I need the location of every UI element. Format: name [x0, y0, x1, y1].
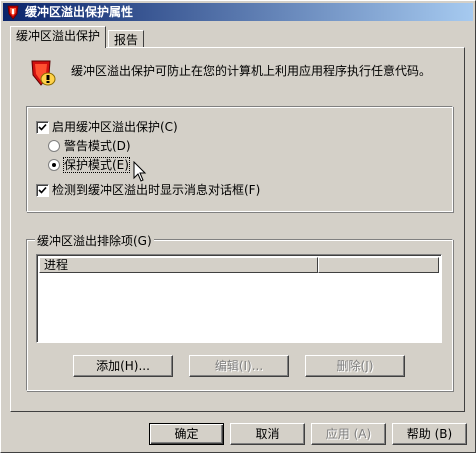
column-header-filler[interactable]: [318, 257, 439, 273]
protect-mode-label: 保护模式(E): [63, 157, 130, 173]
add-button[interactable]: 添加(H)...: [73, 355, 173, 377]
tab-label: 缓冲区溢出保护: [16, 29, 101, 43]
process-list[interactable]: 进程: [36, 254, 442, 343]
cancel-button[interactable]: 取消: [230, 423, 305, 445]
shield-app-icon: [7, 5, 19, 20]
column-header-label: 进程: [44, 258, 69, 272]
warn-mode-label: 警告模式(D): [64, 139, 131, 153]
exclusions-group-title: 缓冲区溢出排除项(G): [35, 232, 154, 249]
ok-button[interactable]: 确定: [149, 423, 224, 445]
window-title: 缓冲区溢出保护属性: [25, 5, 134, 19]
show-dialog-checkbox[interactable]: [36, 184, 49, 197]
title-bar[interactable]: 缓冲区溢出保护属性: [3, 3, 473, 21]
show-dialog-label: 检测到缓冲区溢出时显示消息对话框(F): [52, 183, 261, 197]
properties-dialog: 缓冲区溢出保护属性 缓冲区溢出保护 报告 缓冲区溢出保护可防止在您的计算机上利用…: [0, 0, 476, 453]
check-mark-icon: [38, 123, 47, 131]
enable-protection-checkbox[interactable]: [36, 121, 49, 134]
check-mark-icon: [38, 186, 47, 194]
edit-button[interactable]: 编辑(I)...: [189, 355, 289, 377]
apply-button[interactable]: 应用 (A): [311, 423, 386, 445]
tab-label: 报告: [114, 33, 139, 47]
delete-button[interactable]: 删除(J): [305, 355, 405, 377]
radio-selected-dot: [52, 163, 56, 167]
tab-report[interactable]: 报告: [108, 30, 145, 48]
info-description: 缓冲区溢出保护可防止在您的计算机上利用应用程序执行任意代码。: [71, 64, 432, 78]
warn-mode-radio[interactable]: [48, 140, 60, 152]
mouse-cursor-icon: [133, 161, 147, 182]
protect-mode-radio[interactable]: [48, 159, 60, 171]
enable-protection-label: 启用缓冲区溢出保护(C): [52, 120, 178, 134]
tab-buffer-overflow[interactable]: 缓冲区溢出保护: [10, 26, 107, 48]
shield-warning-icon: [31, 60, 56, 86]
help-button[interactable]: 帮助 (B): [392, 423, 467, 445]
column-header-process[interactable]: 进程: [39, 257, 318, 273]
